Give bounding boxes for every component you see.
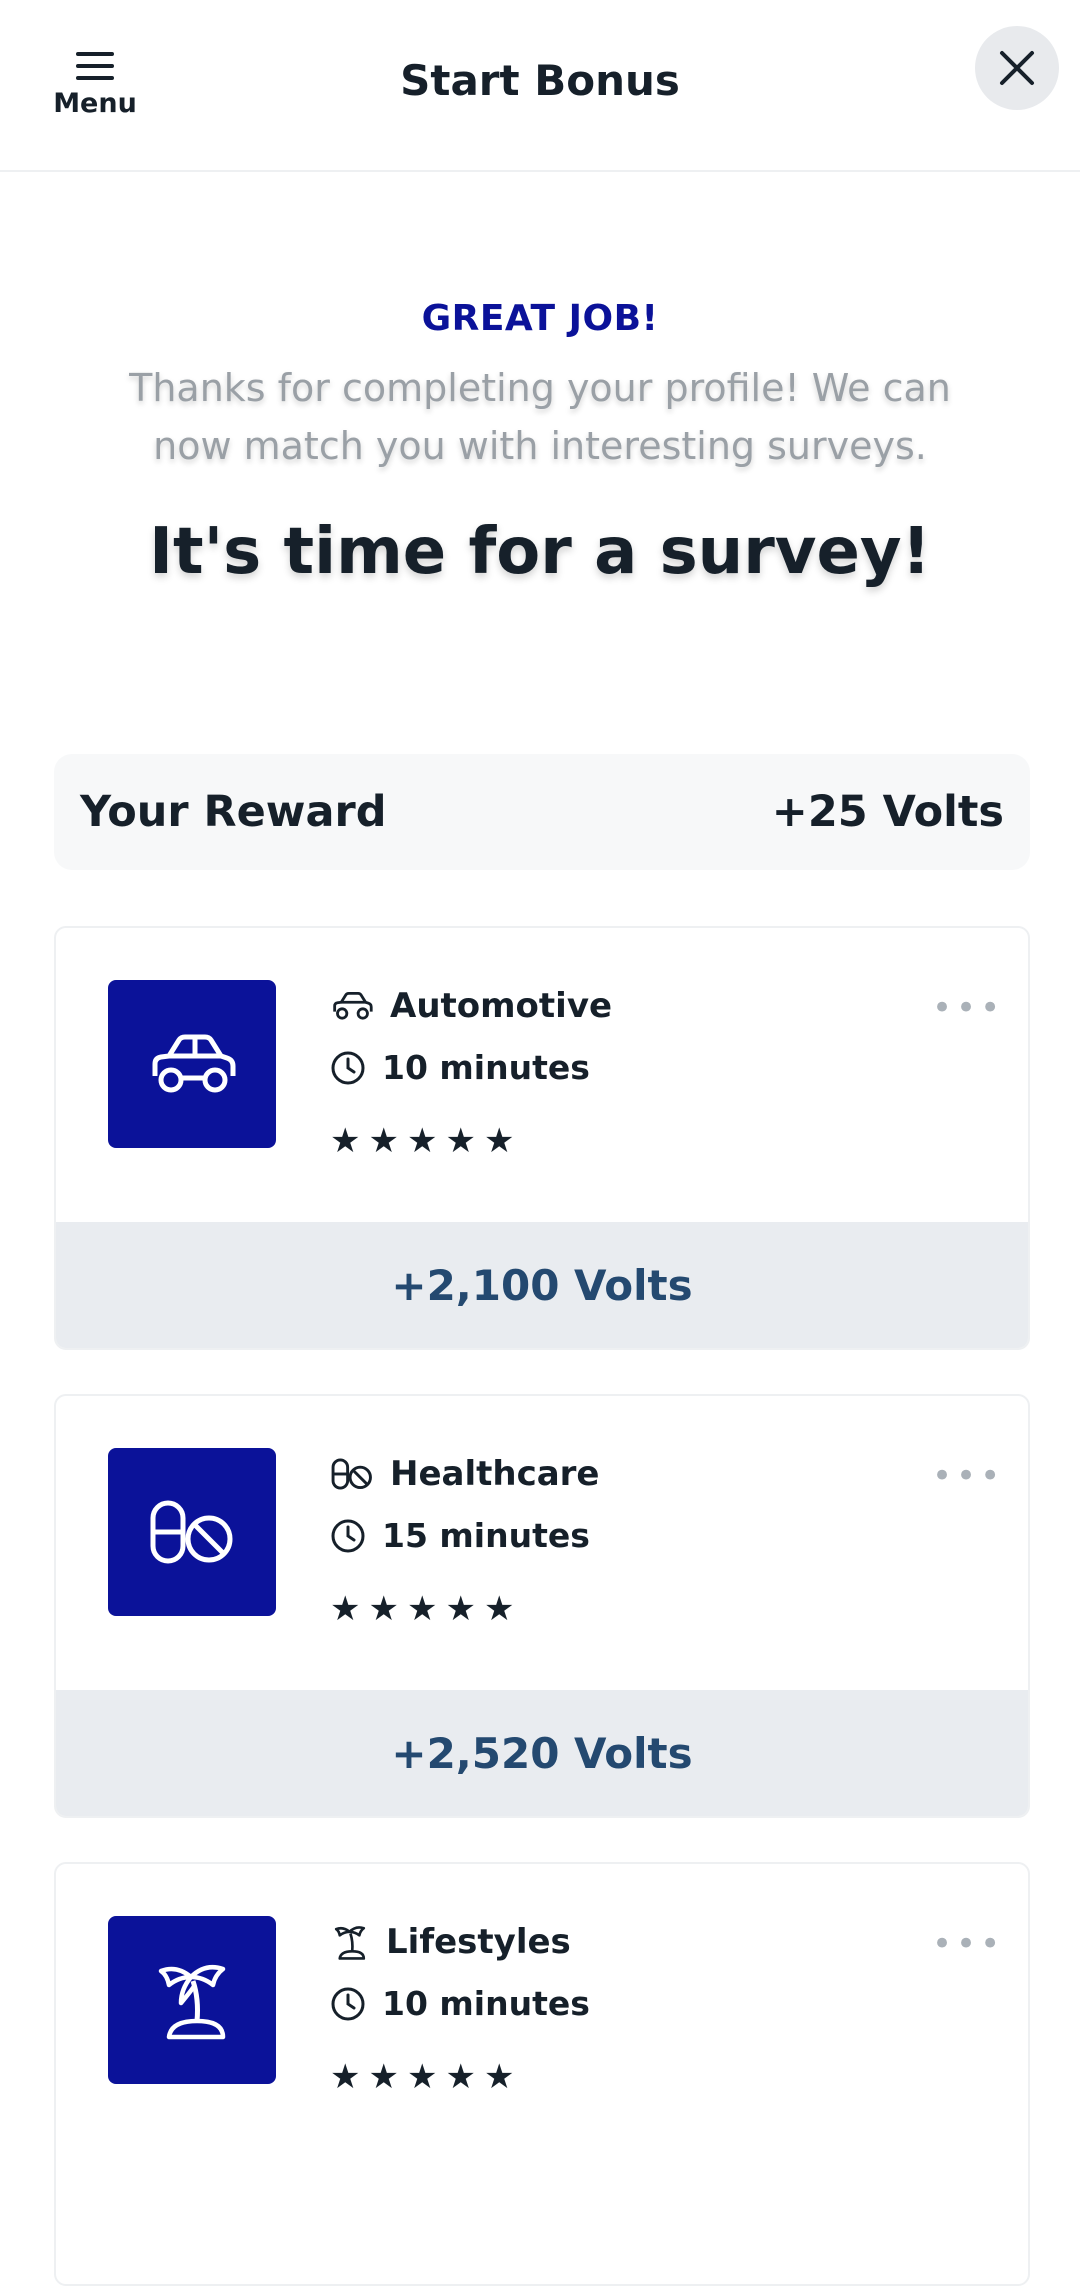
survey-reward[interactable]: +2,520 Volts <box>56 1690 1028 1816</box>
survey-thumbnail <box>108 1448 276 1616</box>
survey-rating: ★ ★ ★ ★ ★ <box>330 2060 522 2094</box>
star-icon: ★ <box>330 1121 361 1161</box>
survey-card-lifestyles[interactable]: Lifestyles 10 minutes ★ ★ ★ ★ ★ ••• <box>54 1862 1030 2286</box>
pill-icon <box>150 1500 233 1564</box>
star-icon: ★ <box>368 2057 399 2097</box>
hero-section: GREAT JOB! Thanks for completing your pr… <box>0 298 1080 589</box>
kicker-text: GREAT JOB! <box>421 298 659 339</box>
palm-tree-icon <box>158 1965 226 2040</box>
star-icon: ★ <box>483 2057 515 2097</box>
more-options-icon[interactable]: ••• <box>932 1924 1004 1964</box>
survey-category-row: Healthcare <box>330 1454 600 1494</box>
survey-duration: 15 minutes <box>382 1516 590 1555</box>
star-icon: ★ <box>445 2057 476 2097</box>
page-title: Start Bonus <box>400 56 680 105</box>
car-icon <box>152 1034 236 1093</box>
clock-icon <box>331 1519 365 1552</box>
survey-reward[interactable]: +2,100 Volts <box>56 1222 1028 1348</box>
star-icon: ★ <box>406 1589 438 1629</box>
close-button[interactable] <box>975 26 1059 110</box>
survey-duration: 10 minutes <box>382 1984 590 2023</box>
star-icon: ★ <box>330 2057 361 2097</box>
survey-category: Lifestyles <box>386 1922 571 1962</box>
star-icon: ★ <box>406 2057 438 2097</box>
survey-duration-row: 10 minutes <box>330 1984 590 2023</box>
survey-card-automotive[interactable]: Automotive 10 minutes ★ ★ ★ ★ ★ ••• +2,100 V… <box>54 926 1030 1350</box>
more-options-icon[interactable]: ••• <box>932 988 1004 1028</box>
star-icon: ★ <box>483 1121 515 1161</box>
clock-icon <box>331 1051 365 1084</box>
survey-duration-row: 10 minutes <box>330 1048 590 1087</box>
palm-tree-icon <box>334 1926 366 1960</box>
survey-thumbnail <box>108 980 276 1148</box>
clock-icon <box>331 1987 365 2020</box>
star-icon: ★ <box>445 1121 476 1161</box>
star-icon: ★ <box>445 1589 476 1629</box>
star-icon: ★ <box>483 1589 515 1629</box>
survey-rating: ★ ★ ★ ★ ★ <box>330 1592 522 1626</box>
more-options-icon[interactable]: ••• <box>932 1456 1004 1496</box>
survey-category-row: Lifestyles <box>330 1922 571 1962</box>
close-icon <box>1000 51 1034 85</box>
survey-duration-row: 15 minutes <box>330 1516 590 1555</box>
reward-value: +25 Volts <box>771 787 1004 837</box>
survey-rating: ★ ★ ★ ★ ★ <box>330 1124 522 1158</box>
star-icon: ★ <box>368 1121 399 1161</box>
survey-category: Healthcare <box>390 1454 600 1494</box>
survey-card-healthcare[interactable]: Healthcare 15 minutes ★ ★ ★ ★ ★ ••• +2,520 V… <box>54 1394 1030 1818</box>
survey-category: Automotive <box>390 986 613 1026</box>
car-icon <box>333 991 373 1020</box>
star-icon: ★ <box>330 1589 361 1629</box>
survey-thumbnail <box>108 1916 276 2084</box>
reward-label: Your Reward <box>80 787 387 837</box>
subtext: Thanks for completing your profile! We c… <box>129 366 951 468</box>
survey-category-row: Automotive <box>330 986 612 1026</box>
survey-duration: 10 minutes <box>382 1048 590 1087</box>
top-bar: Menu Start Bonus <box>0 0 1080 172</box>
reward-summary: Your Reward +25 Volts <box>54 754 1030 870</box>
pill-icon <box>331 1458 372 1490</box>
star-icon: ★ <box>406 1121 438 1161</box>
star-icon: ★ <box>368 1589 399 1629</box>
headline: It's time for a survey! <box>149 515 931 589</box>
